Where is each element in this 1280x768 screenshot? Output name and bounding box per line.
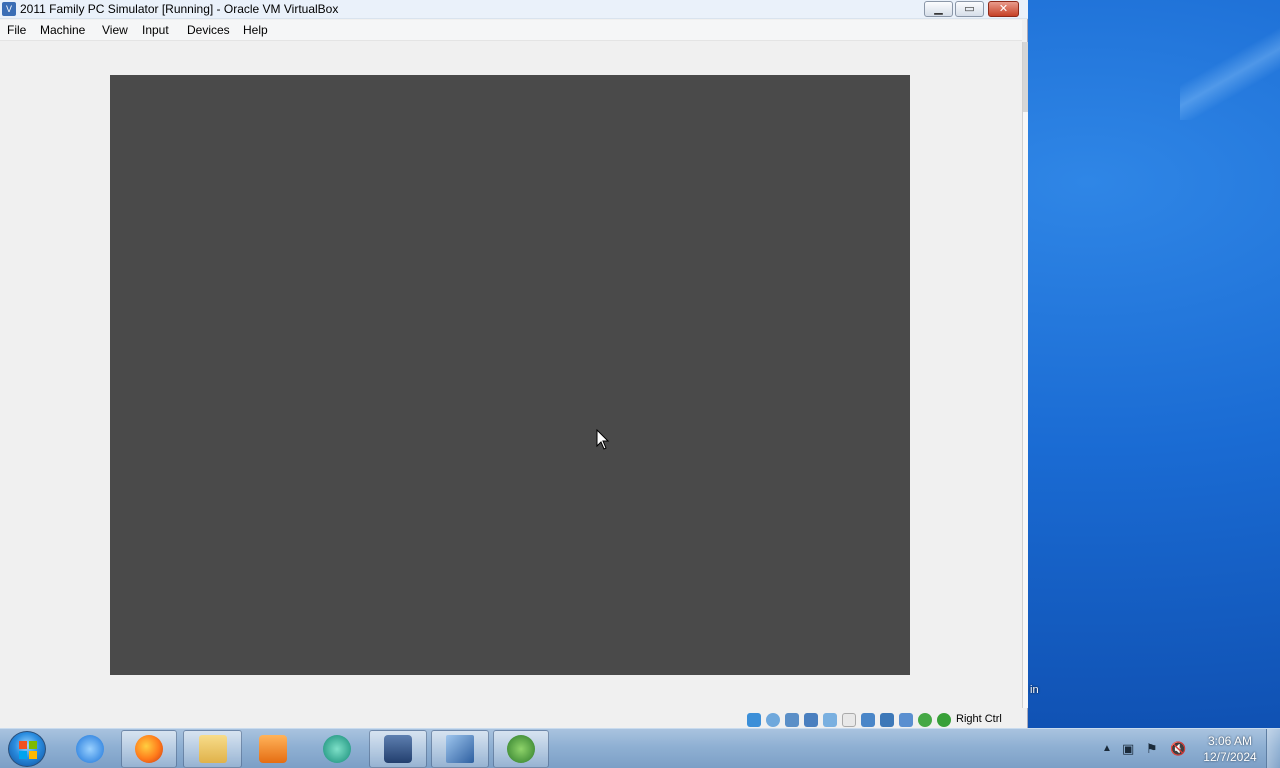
mouse-cursor-icon bbox=[596, 429, 610, 450]
taskbar-firefox[interactable] bbox=[121, 730, 177, 768]
virtualbox-app-icon: V bbox=[2, 2, 16, 16]
close-button[interactable]: ✕ bbox=[988, 1, 1019, 17]
menu-help[interactable]: Help bbox=[243, 23, 268, 37]
system-tray: ▲ ▣ ⚑ 🔇 bbox=[1098, 729, 1208, 768]
app-icon bbox=[323, 735, 351, 763]
taskbar: ▲ ▣ ⚑ 🔇 3:06 AM 12/7/2024 bbox=[0, 728, 1280, 768]
clock-date: 12/7/2024 bbox=[1203, 750, 1257, 764]
desktop-icon-label[interactable]: in bbox=[1030, 684, 1039, 696]
optical-drive-icon[interactable] bbox=[766, 713, 780, 727]
taskbar-media-player[interactable] bbox=[245, 730, 301, 768]
vm-screen[interactable] bbox=[110, 75, 910, 675]
network-tray-icon[interactable]: ▣ bbox=[1122, 741, 1134, 757]
taskbar-internet-explorer[interactable] bbox=[62, 730, 118, 768]
virtualbox-icon bbox=[384, 735, 412, 763]
wallpaper-streak bbox=[1180, 0, 1280, 120]
scrollbar-thumb[interactable] bbox=[1023, 42, 1028, 112]
virtualization-icon[interactable] bbox=[899, 713, 913, 727]
folder-icon bbox=[198, 735, 227, 763]
status-bar: Right Ctrl bbox=[0, 708, 1022, 728]
windows-flag-icon bbox=[19, 741, 37, 759]
display-icon[interactable] bbox=[861, 713, 875, 727]
close-icon: ✕ bbox=[998, 3, 1009, 15]
taskbar-download-manager[interactable] bbox=[493, 730, 549, 768]
internet-explorer-icon bbox=[76, 735, 104, 763]
download-manager-icon bbox=[507, 735, 535, 763]
menu-file[interactable]: File bbox=[7, 23, 26, 37]
taskbar-windows-explorer[interactable] bbox=[183, 730, 242, 768]
menu-input[interactable]: Input bbox=[142, 23, 169, 37]
mouse-integration-icon[interactable] bbox=[937, 713, 951, 727]
title-bar[interactable]: V 2011 Family PC Simulator [Running] - O… bbox=[0, 0, 1028, 19]
host-key-label[interactable]: Right Ctrl bbox=[956, 713, 1002, 725]
window-title: 2011 Family PC Simulator [Running] - Ora… bbox=[20, 2, 339, 16]
minimize-button[interactable]: ▁ bbox=[924, 1, 953, 17]
action-center-flag-icon[interactable]: ⚑ bbox=[1146, 741, 1158, 757]
minimize-icon: ▁ bbox=[934, 3, 943, 15]
clock[interactable]: 3:06 AM 12/7/2024 bbox=[1196, 733, 1264, 765]
menu-view[interactable]: View bbox=[102, 23, 128, 37]
recording-icon[interactable] bbox=[880, 713, 894, 727]
vm-display-area bbox=[0, 42, 1022, 708]
virtualbox-window: V 2011 Family PC Simulator [Running] - O… bbox=[0, 0, 1028, 728]
start-button[interactable] bbox=[8, 731, 46, 767]
media-player-icon bbox=[259, 735, 287, 763]
clock-time: 3:06 AM bbox=[1207, 734, 1253, 748]
app-2008-icon bbox=[446, 735, 474, 763]
volume-muted-icon[interactable]: 🔇 bbox=[1170, 741, 1186, 757]
hard-disk-icon[interactable] bbox=[747, 713, 761, 727]
menu-bar: File Machine View Input Devices Help bbox=[0, 20, 1022, 41]
menu-machine[interactable]: Machine bbox=[40, 23, 85, 37]
taskbar-app[interactable] bbox=[308, 730, 366, 768]
guest-additions-icon[interactable] bbox=[918, 713, 932, 727]
taskbar-2008[interactable] bbox=[431, 730, 489, 768]
show-hidden-icons-icon[interactable]: ▲ bbox=[1102, 743, 1112, 754]
shared-folders-icon[interactable] bbox=[842, 713, 856, 727]
taskbar-virtualbox[interactable] bbox=[369, 730, 427, 768]
usb-icon[interactable] bbox=[823, 713, 837, 727]
network-icon[interactable] bbox=[804, 713, 818, 727]
maximize-button[interactable]: ▭ bbox=[955, 1, 984, 17]
menu-devices[interactable]: Devices bbox=[187, 23, 230, 37]
maximize-icon: ▭ bbox=[964, 3, 975, 15]
vertical-scrollbar[interactable] bbox=[1022, 42, 1028, 708]
audio-icon[interactable] bbox=[785, 713, 799, 727]
show-desktop-button[interactable] bbox=[1266, 729, 1280, 768]
firefox-icon bbox=[135, 735, 163, 763]
